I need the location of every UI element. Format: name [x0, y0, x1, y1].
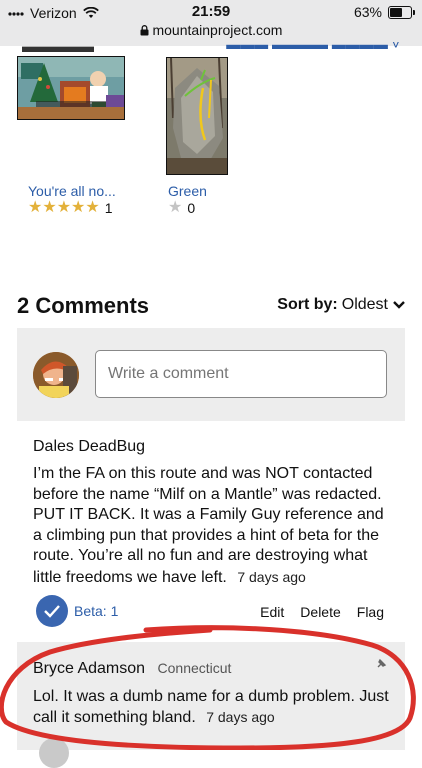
- photo-thumbnail-family-guy[interactable]: [17, 56, 125, 120]
- flag-link[interactable]: Flag: [357, 604, 384, 620]
- battery-icon: [388, 5, 415, 19]
- boulder-image: [167, 58, 227, 174]
- rating-count: 0: [187, 200, 196, 216]
- check-icon[interactable]: [36, 595, 68, 627]
- battery-cap: [413, 9, 415, 15]
- comment-actions: Edit Delete Flag: [260, 604, 384, 620]
- edit-link[interactable]: Edit: [260, 604, 284, 620]
- photo-thumbnail-boulder[interactable]: [166, 57, 228, 175]
- rating-count: 1: [104, 200, 113, 216]
- comment-timestamp: 7 days ago: [206, 709, 275, 725]
- comment-body: I’m the FA on this route and was NOT con…: [33, 464, 393, 588]
- comment-body: Lol. It was a dumb name for a dumb probl…: [33, 686, 393, 728]
- delete-link[interactable]: Delete: [300, 604, 340, 620]
- status-bar: Verizon 21:59 mountainproject.com 63%: [0, 0, 422, 46]
- sort-label: Sort by:: [277, 296, 338, 313]
- address-bar[interactable]: mountainproject.com: [0, 22, 422, 38]
- battery-percent: 63%: [353, 4, 382, 20]
- star-icon: ★: [42, 199, 57, 216]
- beta-vote[interactable]: Beta: 1: [36, 595, 118, 627]
- star-icon: ★: [28, 199, 43, 216]
- comments-title: 2 Comments: [17, 293, 150, 318]
- comment-input[interactable]: [95, 350, 387, 398]
- photo-caption-2[interactable]: Green: [168, 183, 207, 199]
- photo-rating-1: ★ ★ ★ ★ ★ 1: [28, 199, 113, 217]
- pin-icon[interactable]: [375, 658, 387, 670]
- chevron-down-icon: [393, 301, 405, 309]
- battery-fill: [390, 7, 402, 17]
- photo-rating-2: ★ 0: [168, 199, 196, 217]
- write-comment-panel: [17, 328, 405, 421]
- family-guy-image: [18, 57, 124, 119]
- sort-dropdown[interactable]: Sort by: Oldest: [277, 296, 406, 314]
- beta-count: Beta: 1: [74, 603, 119, 619]
- star-icon: ★: [85, 199, 100, 216]
- star-icon: ★: [56, 199, 72, 216]
- status-right: 63%: [353, 4, 415, 20]
- comment-author[interactable]: Dales DeadBug: [33, 438, 145, 456]
- star-icon: ★: [168, 199, 183, 216]
- comment-author-line: Bryce Adamson Connecticut: [33, 660, 231, 678]
- avatar: [39, 738, 69, 768]
- star-icon: ★: [71, 199, 86, 216]
- author-location: Connecticut: [157, 660, 232, 676]
- comment-timestamp: 7 days ago: [237, 568, 306, 585]
- comment-author[interactable]: Bryce Adamson: [33, 660, 145, 677]
- lock-icon: [140, 25, 149, 36]
- comment-text: I’m the FA on this route and was NOT con…: [33, 465, 384, 586]
- url-text: mountainproject.com: [152, 22, 283, 38]
- comment-reply-panel: Bryce Adamson Connecticut Lol. It was a …: [17, 642, 405, 768]
- sort-value: Oldest: [341, 296, 388, 313]
- photo-caption-1[interactable]: You're all no...: [28, 183, 116, 199]
- avatar: [33, 352, 79, 398]
- user-avatar-image: [33, 352, 79, 398]
